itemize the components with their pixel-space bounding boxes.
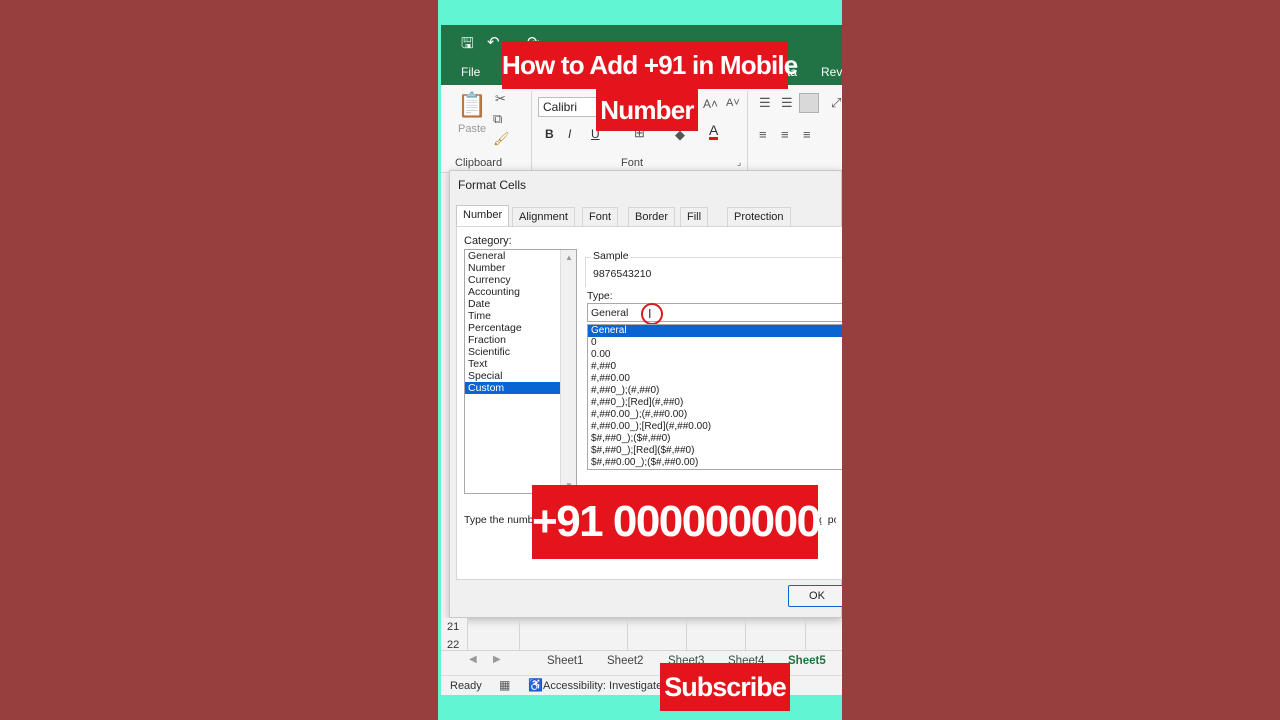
dialog-title: Format Cells — [458, 178, 527, 192]
sheet-tab[interactable]: Sheet2 — [607, 655, 643, 667]
tab-file[interactable]: File — [461, 65, 480, 79]
type-item[interactable]: #,##0.00_);[Red](#,##0.00) — [588, 421, 842, 433]
subscribe-button[interactable]: Subscribe — [660, 663, 790, 711]
sheet-tab-active[interactable]: Sheet5 — [788, 655, 826, 667]
grid-line — [467, 620, 468, 650]
tab-alignment[interactable]: Alignment — [512, 207, 575, 226]
type-label: Type: — [587, 290, 613, 302]
grid-line — [627, 620, 628, 650]
align-top-icon[interactable]: ☰ — [759, 95, 771, 111]
tab-review[interactable]: Revi — [821, 65, 842, 79]
decrease-font-icon[interactable]: A˅ — [726, 97, 740, 109]
scroll-up-icon[interactable]: ▲ — [565, 253, 573, 262]
type-item[interactable]: 0 — [588, 337, 842, 349]
increase-font-icon[interactable]: A˄ — [703, 97, 718, 111]
align-middle-icon[interactable]: ☰ — [781, 95, 793, 111]
row-header[interactable]: 21 — [441, 618, 467, 636]
cell-mode-icon: ▦ — [499, 678, 511, 692]
video-frame: 🖫 ↶ ↷ File ta Revi 📋 Paste ✂ ⧉ 🖌 Clipboa… — [438, 0, 842, 720]
sheet-tab[interactable]: Sheet1 — [547, 655, 583, 667]
font-dialog-launcher-icon[interactable]: ⌟ — [737, 157, 741, 168]
align-left-icon[interactable]: ≡ — [759, 127, 767, 142]
save-icon[interactable]: 🖫 — [461, 33, 474, 58]
text-cursor-icon: I — [648, 307, 652, 321]
format-painter-icon[interactable]: 🖌 — [493, 131, 510, 147]
tab-fill[interactable]: Fill — [680, 207, 709, 226]
type-list[interactable]: General 0 0.00 #,##0 #,##0.00 #,##0_);(#… — [587, 324, 842, 470]
category-scrollbar[interactable]: ▲ ▼ — [560, 250, 576, 493]
type-item[interactable]: #,##0.00_);(#,##0.00) — [588, 409, 842, 421]
grid-line — [686, 620, 687, 650]
type-item[interactable]: 0.00 — [588, 349, 842, 361]
paste-icon[interactable]: 📋 — [457, 91, 487, 120]
type-item[interactable]: #,##0 — [588, 361, 842, 373]
bold-button[interactable]: B — [545, 127, 554, 141]
orientation-icon[interactable]: ⤢ — [831, 95, 841, 111]
undo-icon[interactable]: ↶ — [487, 33, 500, 51]
align-bottom-icon[interactable] — [799, 93, 819, 113]
paste-label[interactable]: Paste — [458, 123, 486, 135]
sample-value: 9876543210 — [593, 268, 652, 280]
copy-icon[interactable]: ⧉ — [493, 111, 502, 127]
font-group-label: Font — [621, 157, 644, 169]
category-list[interactable]: General Number Currency Accounting Date … — [464, 249, 577, 494]
tab-border[interactable]: Border — [628, 207, 676, 226]
group-separator — [531, 91, 532, 171]
tab-number[interactable]: Number — [456, 205, 510, 227]
type-item[interactable]: #,##0_);(#,##0) — [588, 385, 842, 397]
number-format-banner: +91 0000000000 — [532, 485, 842, 559]
grid-line — [519, 620, 520, 650]
grid-line — [745, 620, 746, 650]
tab-protection[interactable]: Protection — [727, 207, 791, 226]
video-title-line2: Number — [596, 89, 698, 131]
video-title-line1: How to Add +91 in Mobile — [502, 41, 798, 89]
align-right-icon[interactable]: ≡ — [803, 127, 811, 142]
font-color-button[interactable]: A — [709, 123, 719, 140]
sheet-next-icon[interactable]: ▶ — [493, 654, 501, 665]
hint-text: Type the numb — [464, 514, 534, 526]
accessibility-status[interactable]: Accessibility: Investigate — [543, 680, 662, 692]
ok-button[interactable]: OK — [788, 585, 842, 607]
clipboard-group-label: Clipboard — [455, 157, 503, 169]
type-item[interactable]: $#,##0_);[Red]($#,##0) — [588, 445, 842, 457]
sample-label: Sample — [591, 250, 631, 262]
italic-button[interactable]: I — [568, 127, 571, 141]
type-input[interactable]: General — [587, 303, 842, 322]
group-separator — [747, 91, 748, 171]
type-item-selected[interactable]: General — [588, 325, 842, 337]
category-label: Category: — [464, 235, 512, 247]
category-item-selected[interactable]: Custom — [465, 382, 560, 394]
tab-font[interactable]: Font — [582, 207, 619, 226]
status-ready: Ready — [450, 680, 482, 692]
type-item[interactable]: #,##0_);[Red](#,##0) — [588, 397, 842, 409]
cut-icon[interactable]: ✂ — [495, 91, 506, 107]
cursor-highlight-circle — [641, 303, 663, 325]
type-item[interactable]: $#,##0_);($#,##0) — [588, 433, 842, 445]
accessibility-icon[interactable]: ♿ — [528, 678, 543, 692]
sheet-prev-icon[interactable]: ◀ — [469, 654, 477, 665]
align-center-icon[interactable]: ≡ — [781, 127, 789, 142]
font-name-box[interactable]: Calibri — [538, 97, 600, 117]
type-item[interactable]: $#,##0.00_);($#,##0.00) — [588, 457, 842, 469]
type-item[interactable]: #,##0.00 — [588, 373, 842, 385]
grid-line — [805, 620, 806, 650]
